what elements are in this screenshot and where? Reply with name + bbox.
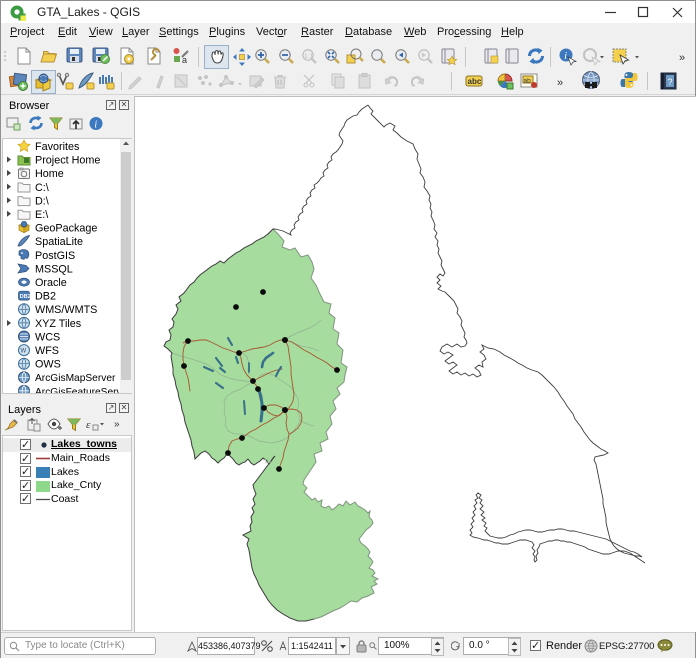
svg-text:ArcGisFeatureServer: ArcGisFeatureServer xyxy=(35,387,119,393)
svg-text:DB2: DB2 xyxy=(35,291,56,303)
svg-text:Home: Home xyxy=(35,168,64,180)
svg-text:»: » xyxy=(557,77,563,89)
svg-text:Project Home: Project Home xyxy=(35,155,100,167)
svg-text:DB2: DB2 xyxy=(20,294,31,300)
svg-text:SpatiaLite: SpatiaLite xyxy=(35,236,83,248)
svg-text:1:1: 1:1 xyxy=(304,53,313,60)
svg-text:WMS/WMTS: WMS/WMTS xyxy=(35,304,97,316)
svg-text:»: » xyxy=(679,52,685,64)
svg-text:E:\: E:\ xyxy=(35,209,48,221)
svg-text:»: » xyxy=(114,419,120,430)
svg-text:XYZ Tiles: XYZ Tiles xyxy=(35,318,82,330)
svg-text:WCS: WCS xyxy=(35,331,60,343)
svg-text:ArcGisMapServer: ArcGisMapServer xyxy=(35,373,116,384)
svg-text:PostGIS: PostGIS xyxy=(35,250,75,262)
svg-text:a: a xyxy=(182,55,187,65)
svg-text:ab: ab xyxy=(524,78,532,85)
svg-text:Favorites: Favorites xyxy=(35,141,80,153)
svg-text:OWS: OWS xyxy=(35,359,61,371)
svg-text:abc: abc xyxy=(468,77,482,86)
svg-text:i: i xyxy=(94,120,97,131)
svg-text:?: ? xyxy=(668,77,673,87)
svg-text:WFS: WFS xyxy=(35,345,59,357)
svg-text:ε: ε xyxy=(86,419,91,431)
svg-text:MSSQL: MSSQL xyxy=(35,263,73,275)
svg-text:D:\: D:\ xyxy=(35,195,49,207)
svg-text:GeoPackage: GeoPackage xyxy=(35,223,97,235)
svg-text:Oracle: Oracle xyxy=(35,277,67,289)
svg-text:i: i xyxy=(564,51,567,62)
svg-text:C:\: C:\ xyxy=(35,182,49,194)
svg-text:W: W xyxy=(21,349,27,355)
